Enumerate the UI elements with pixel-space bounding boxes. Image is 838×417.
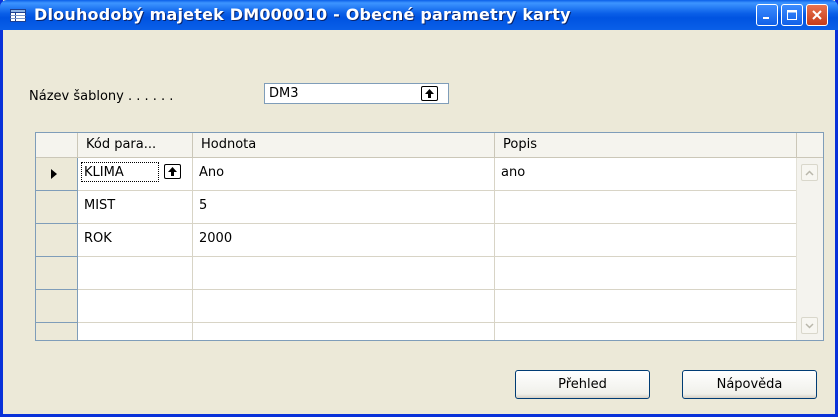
table-icon (10, 9, 26, 22)
template-name-label: Název šablony . . . . . . (29, 89, 174, 104)
row-selector[interactable] (36, 224, 78, 257)
template-name-field[interactable]: DM3 (264, 83, 449, 104)
table-cell-value[interactable]: 5 (193, 191, 495, 224)
minimize-icon (763, 17, 769, 19)
scroll-down-button[interactable] (801, 317, 818, 334)
row-selector[interactable] (36, 191, 78, 224)
dialog-window: Dlouhodobý majetek DM000010 - Obecné par… (0, 0, 838, 417)
table-cell-value[interactable]: 2000 (193, 224, 495, 257)
overview-button[interactable]: Přehled (515, 370, 650, 399)
title-bar[interactable]: Dlouhodobý majetek DM000010 - Obecné par… (0, 0, 838, 30)
table-cell-code[interactable] (78, 257, 193, 290)
vertical-scrollbar[interactable] (796, 158, 823, 340)
column-header-code[interactable]: Kód para... (78, 133, 193, 158)
table-cell-description[interactable] (495, 224, 797, 257)
column-header-description[interactable]: Popis (495, 133, 797, 158)
table-cell-description[interactable] (495, 257, 797, 290)
table-cell-value[interactable] (193, 257, 495, 290)
minimize-button[interactable] (756, 4, 778, 26)
parameters-grid: Kód para... Hodnota Popis KLIMA Ano ano … (35, 132, 824, 341)
scroll-up-button[interactable] (801, 164, 818, 181)
lookup-arrow-icon (425, 89, 434, 98)
maximize-icon (787, 10, 797, 20)
table-cell-description[interactable] (495, 191, 797, 224)
row-selector[interactable] (36, 257, 78, 290)
table-cell-value[interactable]: Ano (193, 158, 495, 191)
chevron-up-icon (805, 169, 814, 176)
template-name-value: DM3 (269, 86, 299, 101)
template-lookup-button[interactable] (421, 86, 438, 101)
active-cell-editor[interactable]: KLIMA (81, 162, 159, 182)
window-title: Dlouhodobý majetek DM000010 - Obecné par… (34, 5, 571, 24)
table-cell-code[interactable]: ROK (78, 224, 193, 257)
table-cell-code[interactable]: KLIMA (78, 158, 193, 191)
close-button[interactable] (806, 4, 828, 26)
table-cell-code[interactable]: MIST (78, 191, 193, 224)
table-cell-value[interactable] (193, 290, 495, 323)
chevron-down-icon (805, 322, 814, 329)
column-header-value[interactable]: Hodnota (193, 133, 495, 158)
table-cell-description[interactable]: ano (495, 158, 797, 191)
grid-header-filler (797, 133, 823, 158)
help-button[interactable]: Nápověda (682, 370, 817, 399)
lookup-arrow-icon (168, 167, 177, 176)
table-cell-description[interactable] (495, 290, 797, 323)
row-selector[interactable] (36, 290, 78, 323)
row-selector[interactable] (36, 323, 78, 340)
close-icon (812, 10, 822, 20)
maximize-button[interactable] (781, 4, 803, 26)
code-lookup-button[interactable] (164, 164, 181, 179)
table-cell-value[interactable] (193, 323, 495, 340)
table-cell-code[interactable] (78, 290, 193, 323)
row-selector[interactable] (36, 158, 78, 191)
table-cell-code[interactable] (78, 323, 193, 340)
grid-corner-header (36, 133, 78, 158)
current-row-pointer-icon (51, 169, 57, 179)
table-cell-description[interactable] (495, 323, 797, 340)
